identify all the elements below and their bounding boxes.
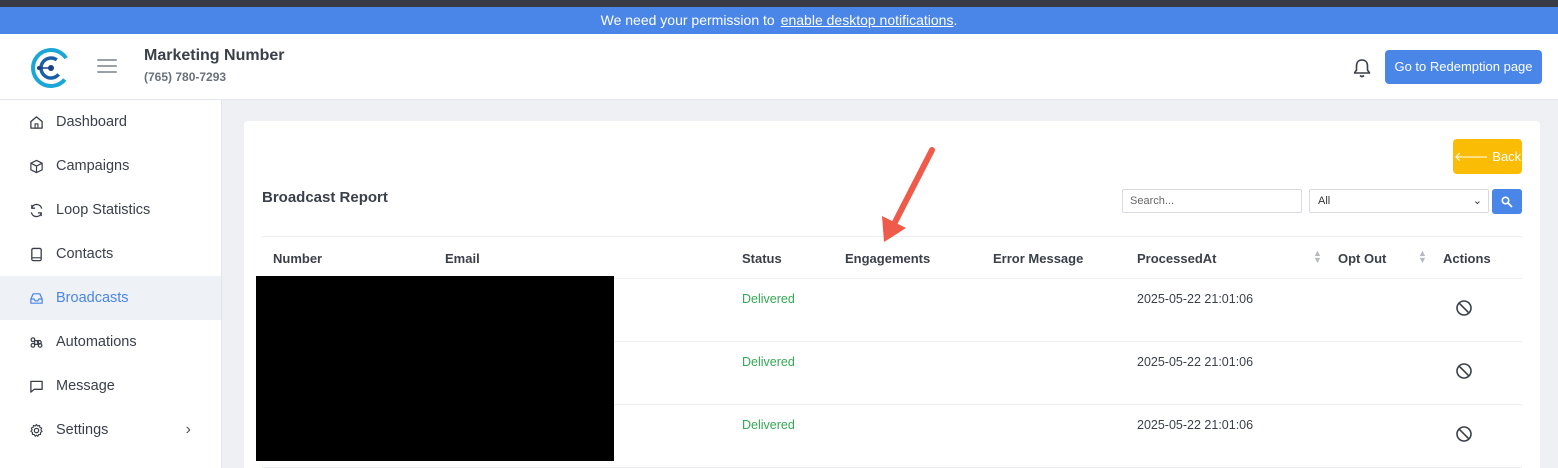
column-opt-out[interactable]: Opt Out bbox=[1338, 251, 1386, 266]
bell-icon[interactable] bbox=[1352, 57, 1372, 79]
processed-at-cell: 2025-05-22 21:01:06 bbox=[1137, 292, 1254, 306]
refresh-icon bbox=[28, 202, 44, 218]
search-icon bbox=[1501, 195, 1513, 208]
status-badge: Delivered bbox=[742, 355, 795, 369]
account-name: Marketing Number bbox=[144, 47, 285, 64]
block-icon[interactable] bbox=[1455, 299, 1473, 317]
block-icon[interactable] bbox=[1455, 362, 1473, 380]
chevron-down-icon: ⌄ bbox=[1472, 195, 1482, 207]
column-number[interactable]: Number bbox=[273, 251, 322, 266]
column-actions: Actions bbox=[1443, 251, 1491, 266]
column-error-message[interactable]: Error Message bbox=[993, 251, 1083, 266]
sidebar-item-label: Campaigns bbox=[56, 158, 130, 174]
enable-notifications-link[interactable]: enable desktop notifications bbox=[781, 12, 954, 28]
processed-at-cell: 2025-05-22 21:01:06 bbox=[1137, 355, 1254, 369]
redacted-area bbox=[256, 276, 614, 461]
sidebar-item-broadcasts[interactable]: Broadcasts bbox=[0, 276, 221, 320]
home-icon bbox=[28, 114, 44, 130]
phone-book-icon bbox=[28, 246, 44, 262]
chevron-right-icon: › bbox=[185, 421, 191, 438]
search-input[interactable] bbox=[1122, 189, 1302, 213]
column-processed-at[interactable]: ProcessedAt bbox=[1137, 251, 1216, 266]
sidebar-item-contacts[interactable]: Contacts bbox=[0, 232, 221, 276]
sidebar-item-label: Loop Statistics bbox=[56, 202, 151, 218]
status-badge: Delivered bbox=[742, 292, 795, 306]
chat-icon bbox=[28, 378, 44, 394]
notification-text: We need your permission to bbox=[600, 12, 775, 28]
sidebar-item-label: Automations bbox=[56, 334, 137, 350]
sidebar-item-loop-statistics[interactable]: Loop Statistics bbox=[0, 188, 221, 232]
sort-icon[interactable]: ▲ ▼ bbox=[1418, 249, 1427, 265]
sidebar-item-dashboard[interactable]: Dashboard bbox=[0, 100, 221, 144]
account-phone: (765) 780-7293 bbox=[144, 70, 227, 84]
go-to-redemption-button[interactable]: Go to Redemption page bbox=[1385, 50, 1542, 84]
status-badge: Delivered bbox=[742, 418, 795, 432]
hamburger-menu-icon[interactable] bbox=[97, 59, 117, 75]
annotation-arrow bbox=[882, 147, 935, 242]
column-email[interactable]: Email bbox=[445, 251, 480, 266]
sidebar-item-settings[interactable]: Settings › bbox=[0, 408, 221, 452]
sidebar-item-label: Settings bbox=[56, 422, 109, 438]
command-icon bbox=[28, 334, 44, 350]
status-filter-select[interactable]: All ⌄ bbox=[1309, 189, 1489, 213]
app-logo bbox=[31, 48, 71, 88]
sidebar: Dashboard Campaigns Loop Statistics Cont… bbox=[0, 100, 222, 468]
sidebar-item-label: Message bbox=[56, 378, 115, 394]
sidebar-item-campaigns[interactable]: Campaigns bbox=[0, 144, 221, 188]
page-title: Broadcast Report bbox=[262, 189, 388, 206]
gear-icon bbox=[28, 422, 44, 438]
sidebar-item-label: Dashboard bbox=[56, 114, 127, 130]
column-engagements[interactable]: Engagements bbox=[845, 251, 930, 266]
sidebar-item-label: Contacts bbox=[56, 246, 114, 262]
column-status[interactable]: Status bbox=[742, 251, 782, 266]
notification-suffix: . bbox=[953, 12, 958, 28]
sort-icon[interactable]: ▲ ▼ bbox=[1313, 249, 1322, 265]
filter-selected-value: All bbox=[1318, 195, 1331, 207]
back-button[interactable]: 🡐 Back bbox=[1453, 139, 1522, 174]
sidebar-item-message[interactable]: Message bbox=[0, 364, 221, 408]
block-icon[interactable] bbox=[1455, 425, 1473, 443]
inbox-icon bbox=[28, 290, 44, 306]
app-header: Marketing Number (765) 780-7293 Go to Re… bbox=[0, 34, 1558, 100]
search-button[interactable] bbox=[1492, 189, 1522, 214]
sidebar-item-automations[interactable]: Automations bbox=[0, 320, 221, 364]
notification-banner: We need your permission to enable desktop… bbox=[0, 7, 1558, 34]
window-top-strip bbox=[0, 0, 1558, 7]
sidebar-item-label: Broadcasts bbox=[56, 290, 129, 306]
cube-icon bbox=[28, 158, 44, 174]
processed-at-cell: 2025-05-22 21:01:06 bbox=[1137, 418, 1254, 432]
